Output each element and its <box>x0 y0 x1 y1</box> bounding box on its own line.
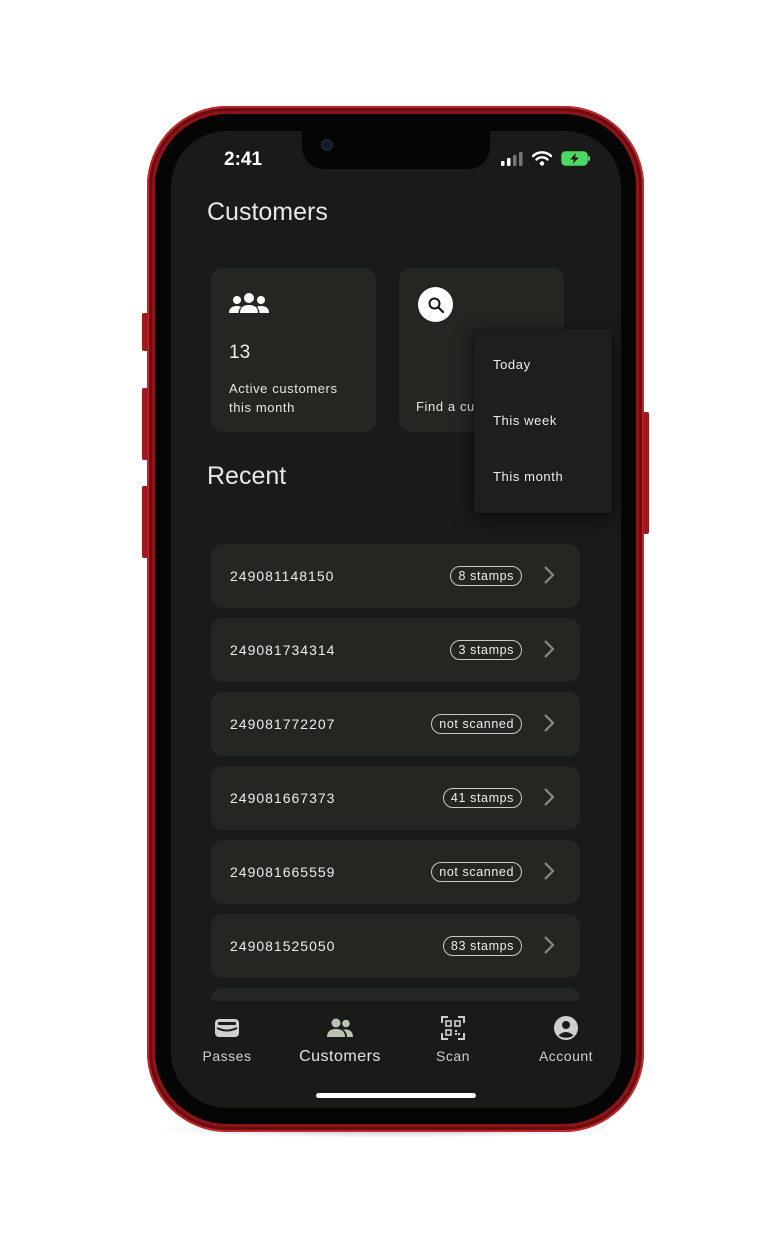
chevron-right-icon <box>544 640 555 658</box>
status-time: 2:41 <box>224 149 263 170</box>
stamps-badge: 41 stamps <box>442 788 522 808</box>
wifi-icon <box>532 151 552 166</box>
customer-row[interactable]: 249081734314 3 stamps <box>211 618 580 682</box>
customer-row[interactable]: 249081665559 not scanned <box>211 840 580 904</box>
volume-down-button <box>142 486 148 558</box>
nav-account[interactable]: Account <box>510 1013 621 1064</box>
stamps-badge: 3 stamps <box>450 640 522 660</box>
home-indicator <box>316 1093 476 1098</box>
recent-title: Recent <box>207 462 287 490</box>
nav-scan-label: Scan <box>436 1048 470 1064</box>
customer-id: 249081734314 <box>230 642 336 658</box>
dropdown-option-this-month[interactable]: This month <box>493 469 563 484</box>
recent-list: 249081148150 8 stamps 249081734314 3 sta… <box>211 544 580 1062</box>
silent-switch <box>142 313 148 351</box>
chevron-right-icon <box>544 936 555 954</box>
people-group-icon <box>228 292 270 321</box>
stamps-badge: not scanned <box>431 714 522 734</box>
active-customers-count: 13 <box>229 342 251 363</box>
front-camera <box>321 139 333 151</box>
page-title: Customers <box>207 198 328 226</box>
customer-id: 249081667373 <box>230 790 336 806</box>
nav-scan[interactable]: Scan <box>397 1013 509 1064</box>
qr-code-icon <box>397 1013 509 1043</box>
chevron-right-icon <box>544 566 555 584</box>
app-screen: 2:41 Customers 13 Active customers this … <box>171 131 621 1108</box>
chevron-right-icon <box>544 714 555 732</box>
customer-id: 249081665559 <box>230 864 336 880</box>
customer-row[interactable]: 249081148150 8 stamps <box>211 544 580 608</box>
nav-account-label: Account <box>538 1048 594 1064</box>
battery-charging-icon <box>561 151 590 166</box>
people-icon <box>284 1013 396 1043</box>
period-dropdown-menu: Today This week This month <box>474 329 612 513</box>
customer-id: 249081772207 <box>230 716 336 732</box>
chevron-right-icon <box>544 788 555 806</box>
wallet-icon <box>171 1013 283 1043</box>
search-icon <box>418 287 453 322</box>
stamps-badge: 8 stamps <box>450 566 522 586</box>
volume-up-button <box>142 388 148 460</box>
customer-id: 249081148150 <box>230 568 335 584</box>
nav-customers-label: Customers <box>299 1048 381 1065</box>
active-customers-card[interactable]: 13 Active customers this month <box>211 268 376 432</box>
stamps-badge: 83 stamps <box>442 936 522 956</box>
customer-row[interactable]: 249081525050 83 stamps <box>211 914 580 978</box>
nav-passes[interactable]: Passes <box>171 1013 283 1064</box>
stamps-badge: not scanned <box>431 862 522 882</box>
customer-row[interactable]: 249081772207 not scanned <box>211 692 580 756</box>
nav-passes-label: Passes <box>202 1048 252 1064</box>
nav-customers[interactable]: Customers <box>284 1013 396 1066</box>
customer-row[interactable]: 249081667373 41 stamps <box>211 766 580 830</box>
active-customers-label: Active customers this month <box>229 381 338 415</box>
find-customer-label: Find a cu <box>416 399 475 414</box>
dropdown-option-today[interactable]: Today <box>493 357 531 372</box>
notch <box>302 131 490 169</box>
signal-icon <box>501 151 523 166</box>
status-icons <box>501 151 591 166</box>
power-button <box>643 412 649 534</box>
bottom-navigation: Passes Customers Scan Account <box>171 1001 621 1108</box>
dropdown-option-this-week[interactable]: This week <box>493 413 557 428</box>
customer-id: 249081525050 <box>230 938 336 954</box>
account-circle-icon <box>510 1013 621 1043</box>
chevron-right-icon <box>544 862 555 880</box>
